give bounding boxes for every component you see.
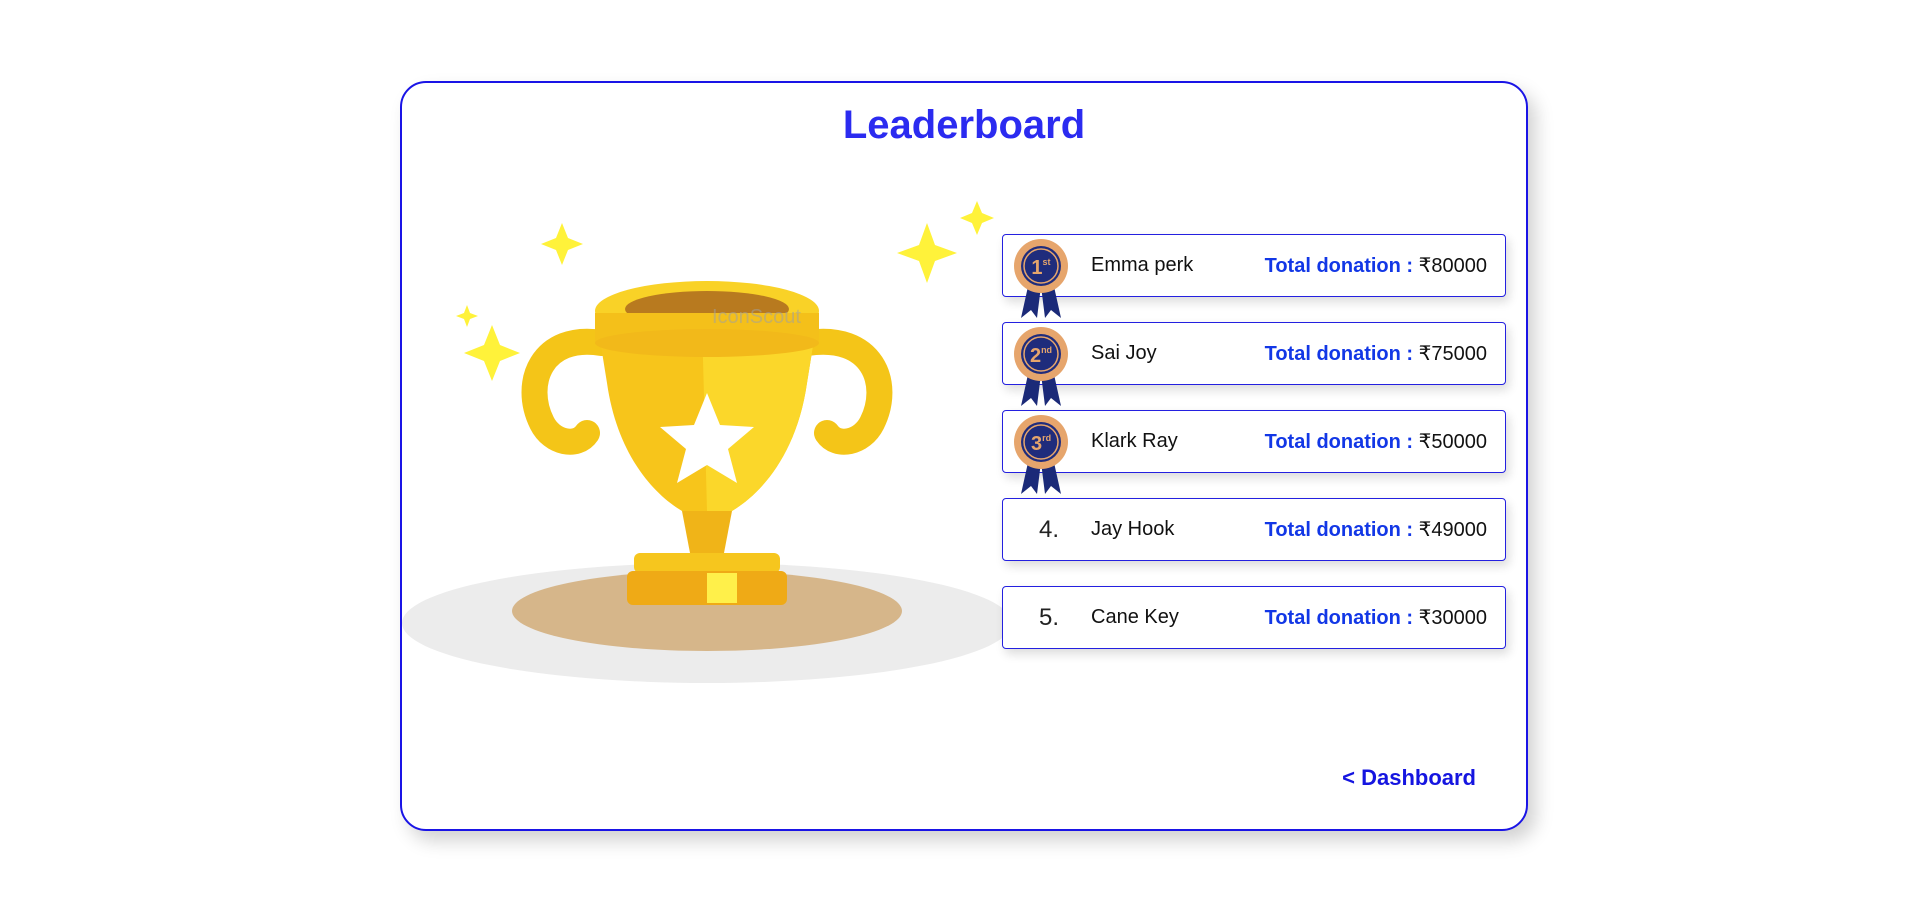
rank-number: 4. — [1038, 515, 1059, 543]
donor-name: Sai Joy — [1091, 342, 1157, 364]
donation-label: Total donation : — [1264, 343, 1414, 365]
donation-total: Total donation : ₹50000 — [1265, 429, 1487, 454]
donation-amount: ₹50000 — [1418, 431, 1487, 453]
donor-name: Klark Ray — [1091, 430, 1178, 452]
donation-label: Total donation : — [1264, 519, 1414, 541]
donation-total: Total donation : ₹49000 — [1265, 517, 1487, 542]
dashboard-back-link[interactable]: < Dashboard — [1342, 765, 1476, 791]
donor-name: Cane Key — [1091, 606, 1179, 628]
donation-amount: ₹75000 — [1418, 343, 1487, 365]
leaderboard-row: 5. Cane Key Total donation : ₹30000 — [1002, 586, 1506, 649]
donation-total: Total donation : ₹80000 — [1265, 253, 1487, 278]
leaderboard-list: 1st Emma perk Total donation : ₹80000 2nd Sa… — [1002, 234, 1506, 674]
rank-number: 5. — [1038, 603, 1059, 631]
medal-icon: 3rd — [1014, 415, 1068, 494]
donation-label: Total donation : — [1264, 255, 1414, 277]
watermark-text: IconScout — [712, 306, 801, 328]
donor-name: Jay Hook — [1091, 518, 1175, 540]
trophy-illustration: IconScout — [402, 193, 1012, 693]
leaderboard-card: Leaderboard IconScout 1st Emma perk Tota… — [400, 81, 1528, 831]
medal-icon: 2nd — [1014, 327, 1068, 406]
donor-name: Emma perk — [1091, 254, 1194, 276]
leaderboard-row: 1st Emma perk Total donation : ₹80000 — [1002, 234, 1506, 318]
medal-icon: 1st — [1014, 239, 1068, 318]
donation-total: Total donation : ₹30000 — [1265, 605, 1487, 630]
donation-amount: ₹80000 — [1418, 255, 1487, 277]
donation-amount: ₹49000 — [1418, 519, 1487, 541]
page-title: Leaderboard — [842, 103, 1086, 147]
leaderboard-row: 4. Jay Hook Total donation : ₹49000 — [1002, 498, 1506, 561]
leaderboard-row: 2nd Sai Joy Total donation : ₹75000 — [1002, 322, 1506, 406]
trophy-icon: IconScout — [402, 201, 1012, 683]
donation-amount: ₹30000 — [1418, 607, 1487, 629]
donation-total: Total donation : ₹75000 — [1265, 341, 1487, 366]
leaderboard-row: 3rd Klark Ray Total donation : ₹50000 — [1002, 410, 1506, 494]
donation-label: Total donation : — [1264, 607, 1414, 629]
donation-label: Total donation : — [1264, 431, 1414, 453]
